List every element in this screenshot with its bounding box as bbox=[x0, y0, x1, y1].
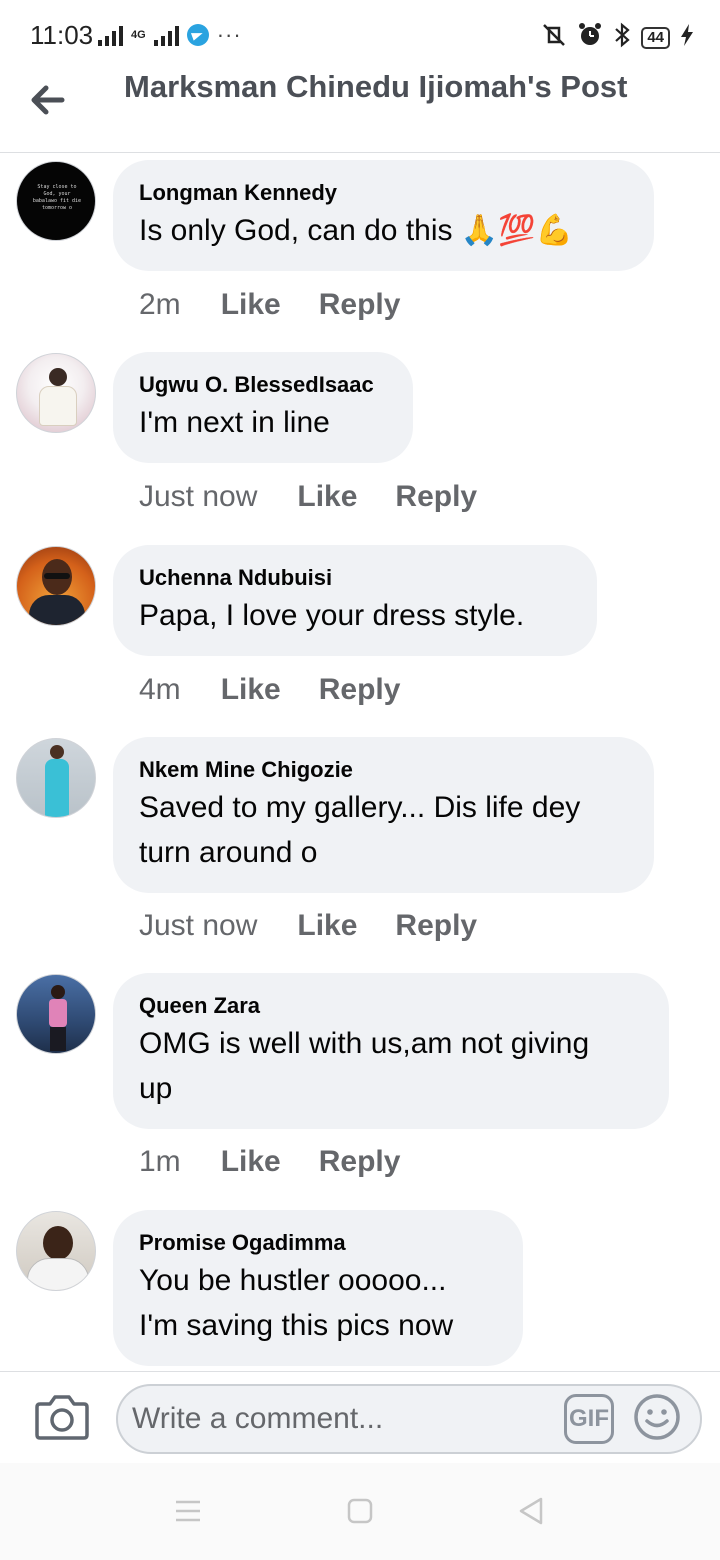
comment-text: Is only God, can do this 🙏💯💪 bbox=[139, 214, 573, 247]
page-title: Marksman Chinedu Ijiomah's Post bbox=[124, 69, 628, 104]
telegram-icon bbox=[186, 24, 209, 46]
comment-author[interactable]: Longman Kennedy bbox=[139, 178, 628, 208]
comment-bubble[interactable]: Nkem Mine Chigozie Saved to my gallery..… bbox=[113, 737, 654, 893]
comment-actions: Just now Like Reply bbox=[139, 480, 515, 514]
comment-text: Papa, I love your dress style. bbox=[139, 599, 525, 632]
comment-bubble[interactable]: Promise Ogadimma You be hustler ooooo...… bbox=[113, 1210, 523, 1366]
comment-timestamp: Just now bbox=[139, 480, 258, 513]
reply-button[interactable]: Reply bbox=[395, 909, 477, 943]
camera-button[interactable] bbox=[34, 1392, 90, 1442]
avatar-quote-text: Stay close to God, your babalawo fit die… bbox=[32, 184, 82, 211]
comment-bubble[interactable]: Ugwu O. BlessedIsaac I'm next in line bbox=[113, 352, 413, 463]
comment-author[interactable]: Queen Zara bbox=[139, 991, 643, 1021]
reply-button[interactable]: Reply bbox=[319, 288, 401, 322]
comment-timestamp: 2m bbox=[139, 288, 181, 321]
avatar[interactable] bbox=[16, 738, 96, 818]
sticker-button[interactable] bbox=[632, 1392, 682, 1442]
avatar[interactable]: Stay close to God, your babalawo fit die… bbox=[16, 161, 96, 241]
avatar[interactable] bbox=[16, 1211, 96, 1291]
comment-timestamp: 1m bbox=[139, 1145, 181, 1178]
bluetooth-icon bbox=[613, 22, 631, 54]
reply-button[interactable]: Reply bbox=[319, 673, 401, 707]
post-header: Marksman Chinedu Ijiomah's Post bbox=[0, 56, 720, 153]
comment-timestamp: Just now bbox=[139, 909, 258, 942]
comment-bubble[interactable]: Longman Kennedy Is only God, can do this… bbox=[113, 160, 654, 271]
comment-text: OMG is well with us,am not giving up bbox=[139, 1027, 590, 1105]
comment-actions: 1m Like Reply bbox=[139, 1145, 438, 1179]
comment-bubble[interactable]: Uchenna Ndubuisi Papa, I love your dress… bbox=[113, 545, 597, 656]
like-button[interactable]: Like bbox=[221, 673, 281, 707]
comment-actions: Just now Like Reply bbox=[139, 909, 515, 943]
battery-icon: 44 bbox=[641, 27, 670, 49]
signal-icon bbox=[98, 24, 123, 46]
square-icon bbox=[347, 1498, 373, 1524]
alarm-icon bbox=[577, 22, 603, 54]
comment-text: I'm next in line bbox=[139, 406, 330, 439]
back-button[interactable] bbox=[26, 78, 70, 122]
comment-author[interactable]: Uchenna Ndubuisi bbox=[139, 563, 571, 593]
like-button[interactable]: Like bbox=[297, 909, 357, 943]
like-button[interactable]: Like bbox=[297, 480, 357, 514]
comment-text: You be hustler ooooo... I'm saving this … bbox=[139, 1264, 454, 1342]
avatar[interactable] bbox=[16, 546, 96, 626]
comment-author[interactable]: Ugwu O. BlessedIsaac bbox=[139, 370, 387, 400]
comment-author[interactable]: Promise Ogadimma bbox=[139, 1228, 497, 1258]
comment-actions: 2m Like Reply bbox=[139, 288, 438, 322]
mute-vibrate-icon bbox=[541, 22, 567, 54]
signal-icon-2 bbox=[153, 24, 179, 46]
reply-button[interactable]: Reply bbox=[395, 480, 477, 514]
gif-button[interactable]: GIF bbox=[564, 1394, 614, 1444]
status-time: 11:03 bbox=[30, 20, 94, 50]
avatar[interactable] bbox=[16, 353, 96, 433]
like-button[interactable]: Like bbox=[221, 288, 281, 322]
comment-bubble[interactable]: Queen Zara OMG is well with us,am not gi… bbox=[113, 973, 669, 1129]
comment-timestamp: 4m bbox=[139, 673, 181, 706]
home-button[interactable] bbox=[340, 1491, 380, 1531]
more-notifications-icon: ··· bbox=[216, 22, 242, 47]
camera-icon bbox=[35, 1395, 89, 1440]
charging-icon bbox=[680, 24, 694, 52]
comment-composer: Write a comment... GIF bbox=[0, 1371, 720, 1463]
back-nav-button[interactable] bbox=[512, 1491, 552, 1531]
like-button[interactable]: Like bbox=[221, 1145, 281, 1179]
recent-apps-button[interactable] bbox=[168, 1491, 208, 1531]
avatar[interactable] bbox=[16, 974, 96, 1054]
menu-icon bbox=[176, 1500, 200, 1522]
triangle-back-icon bbox=[519, 1497, 543, 1525]
emoji-pray-hundred-flex: 🙏💯💪 bbox=[460, 214, 573, 247]
back-arrow-icon bbox=[31, 85, 65, 115]
network-type: 4G bbox=[131, 29, 146, 41]
smiley-icon bbox=[634, 1394, 680, 1440]
comment-input[interactable]: Write a comment... GIF bbox=[116, 1384, 702, 1454]
system-nav-bar bbox=[0, 1463, 720, 1560]
comment-text: Saved to my gallery... Dis life dey turn… bbox=[139, 791, 581, 869]
reply-button[interactable]: Reply bbox=[319, 1145, 401, 1179]
comment-author[interactable]: Nkem Mine Chigozie bbox=[139, 755, 628, 785]
comment-actions: 4m Like Reply bbox=[139, 673, 438, 707]
comment-input-placeholder: Write a comment... bbox=[132, 1402, 384, 1435]
